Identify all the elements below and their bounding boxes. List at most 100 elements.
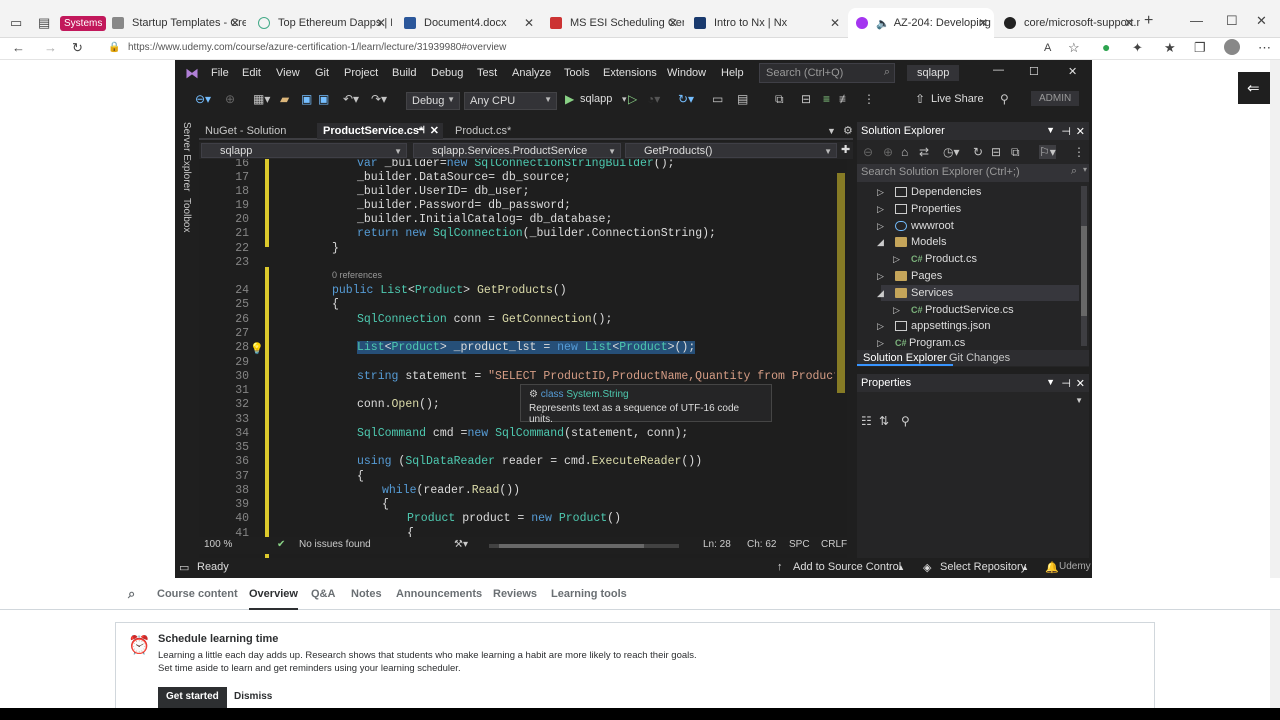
back-icon[interactable]: ← [12,41,25,55]
layout-icon[interactable]: ▭ [712,92,723,106]
tree-item[interactable]: ▷ C# Product.cs [893,251,977,267]
tab-git-changes[interactable]: Git Changes [943,350,1016,366]
minimize-icon[interactable]: — [1190,14,1203,28]
tab-systems[interactable]: Systems [60,8,110,38]
back-nav-icon[interactable]: ⊖▾ [195,92,211,106]
project-dropdown[interactable]: sqlapp ▼ [201,143,407,158]
toolbar-icon[interactable]: ▤ [737,92,748,106]
save-all-icon[interactable]: ▣ [318,92,329,106]
tab-az204[interactable]: 🔈 AZ-204: Developing So ✕ [848,8,994,38]
page-scrollbar[interactable] [1270,60,1280,710]
close-window-icon[interactable]: ✕ [1256,14,1267,28]
comment-icon[interactable]: ≡ [823,92,830,106]
close-icon[interactable]: ✕ [430,123,439,139]
close-icon[interactable]: ✕ [1076,125,1085,138]
tab-intro-nx[interactable]: Intro to Nx | Nx ✕ [686,8,846,38]
whitespace-mode[interactable]: SPC [789,539,810,550]
member-dropdown[interactable]: GetProducts() ▼ [625,143,837,158]
open-icon[interactable]: ▰ [280,92,289,106]
window-menu-icon[interactable]: ▭ [10,16,22,30]
live-share-button[interactable]: Live Share [931,93,984,105]
extensions-icon[interactable]: ✦ [1132,41,1143,55]
uncomment-icon[interactable]: ≢ [839,92,851,106]
solution-explorer-search[interactable]: Search Solution Explorer (Ctrl+;) ⌕ ▾ [857,164,1089,182]
collapsed-icon[interactable]: ▷ [877,335,884,350]
tab-ms-esi[interactable]: MS ESI Scheduling Certificat ✕ [542,8,684,38]
collapsed-icon[interactable]: ▷ [877,184,884,200]
tab-notes[interactable]: Notes [351,588,382,600]
configuration-dropdown[interactable]: Debug ▼ [406,92,460,110]
tab-startup-templates[interactable]: Startup Templates - Create a ✕ [104,8,246,38]
categorized-icon[interactable]: ☷ [861,414,872,428]
run-target[interactable]: sqlapp [580,93,612,105]
cleanup-icon[interactable]: ⚒▾ [454,539,468,550]
home-icon[interactable]: ⌂ [901,145,908,159]
tab-learning-tools[interactable]: Learning tools [551,588,627,600]
close-icon[interactable]: ✕ [524,16,534,30]
code-editor[interactable]: 16 17 18 19 20 21 22 23 24 25 26 27 28 29 30 31 32 33 34 35… [199,159,843,569]
favorites-bar-icon[interactable]: ★ [1164,41,1176,55]
grammarly-icon[interactable]: ● [1102,40,1110,54]
close-icon[interactable]: ✕ [978,16,988,30]
properties-icon[interactable]: ⚐▾ [1039,145,1056,159]
switch-views-icon[interactable]: ⇄ [919,145,929,159]
redo-icon[interactable]: ↷▾ [371,92,387,106]
close-icon[interactable]: ✕ [376,16,386,30]
vs-minimize-icon[interactable]: — [993,64,1004,76]
attach-icon[interactable]: ◔▾ [647,92,660,106]
refresh-icon[interactable]: ↻ [973,145,983,159]
forward-icon[interactable]: → [44,41,57,55]
menu-build[interactable]: Build [392,67,416,79]
collections-icon[interactable]: ❐ [1194,41,1206,55]
tree-scrollbar[interactable] [1081,186,1087,346]
run-dropdown-icon[interactable]: ▾ [622,94,627,105]
pin-icon[interactable]: ⊣ [416,123,425,139]
undo-icon[interactable]: ↶▾ [343,92,359,106]
search-icon[interactable]: ⌕ [128,586,135,602]
editor-vertical-scrollbar[interactable] [835,159,847,569]
close-icon[interactable]: ✕ [1076,377,1085,390]
chevron-down-icon[interactable]: ▼ [1046,125,1055,135]
read-aloud-icon[interactable]: A [1044,41,1051,55]
dismiss-button[interactable]: Dismiss [234,691,272,702]
favorite-icon[interactable]: ☆ [1068,41,1080,55]
tree-item[interactable]: ▷ C# ProductService.cs [893,302,1014,318]
run-icon[interactable]: ▶ [565,92,574,106]
tree-item[interactable]: ▷ Pages [877,268,942,284]
tab-solution-explorer[interactable]: Solution Explorer [857,350,953,366]
tree-item[interactable]: ▷ Properties [877,201,961,217]
maximize-icon[interactable]: ☐ [1226,14,1238,28]
collapsed-icon[interactable]: ▷ [877,268,884,284]
tab-nuget[interactable]: NuGet - Solution [199,123,292,139]
collapsed-icon[interactable]: ▷ [877,318,884,334]
speaker-icon[interactable]: 🔈 [876,17,890,30]
pending-changes-icon[interactable]: ◷▾ [943,145,960,159]
hot-reload-icon[interactable]: ↻▾ [678,92,694,106]
split-icon[interactable]: ✚ [839,143,853,158]
tree-item[interactable]: ▷ Dependencies [877,184,981,200]
new-project-icon[interactable]: ▦▾ [253,92,270,106]
forward-icon[interactable]: ⊕ [883,145,893,159]
expanded-icon[interactable]: ◢ [877,285,884,301]
workspaces-icon[interactable]: ▤ [38,16,50,30]
collapsed-icon[interactable]: ▷ [893,302,900,318]
tab-product[interactable]: Product.cs* [449,123,517,139]
tab-document4[interactable]: Document4.docx ✕ [396,8,540,38]
menu-window[interactable]: Window [667,67,706,79]
menu-analyze[interactable]: Analyze [512,67,551,79]
settings-icon[interactable]: ⚙ [837,123,859,139]
tree-item[interactable]: ◢ Services [877,284,1079,301]
menu-edit[interactable]: Edit [242,67,261,79]
vs-search-input[interactable]: Search (Ctrl+Q) ⌕ [759,63,895,83]
more-icon[interactable]: ⋯ [1258,41,1271,55]
toolbox-tab[interactable]: Toolbox [181,198,192,232]
overflow-icon[interactable]: ⋮ [863,92,875,106]
new-tab-icon[interactable]: + [1144,13,1153,29]
menu-extensions[interactable]: Extensions [603,67,657,79]
add-to-source-control[interactable]: Add to Source Control [793,561,901,573]
avatar[interactable] [1224,39,1240,55]
server-explorer-tab[interactable]: Server Explorer [181,122,192,191]
vs-maximize-icon[interactable]: ☐ [1029,65,1039,78]
menu-help[interactable]: Help [721,67,744,79]
tree-item[interactable]: ◢ Models [877,234,946,250]
